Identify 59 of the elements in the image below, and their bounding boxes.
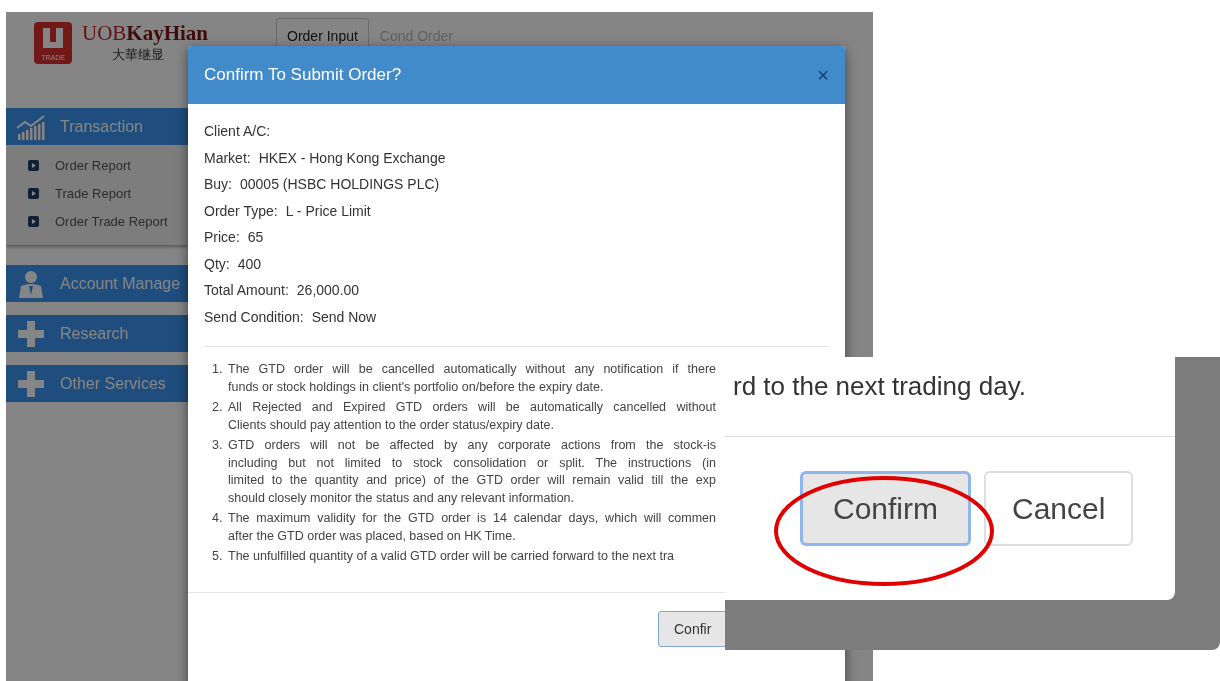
- note-text: GTD orders will not be affected by any corporate actions from the stock-is: [228, 437, 716, 454]
- plus-icon: [16, 368, 46, 399]
- play-icon: [28, 215, 39, 227]
- brand-chinese-name: 大華继显: [112, 46, 164, 65]
- section-label: Transaction: [60, 117, 143, 136]
- sidebar-section[interactable]: Account Manage: [6, 265, 188, 302]
- note-text: All Rejected and Expired GTD orders will be automatically cancelled without: [228, 399, 716, 416]
- field-value: Send Now: [311, 307, 377, 327]
- item-label: Trade Report: [55, 185, 132, 201]
- dialog-button[interactable]: Cancel: [984, 471, 1134, 546]
- note-text: funds or stock holdings in client's portfolio on/before the expiry date.: [228, 378, 605, 396]
- sidebar-section[interactable]: Transaction: [6, 108, 188, 145]
- note-number: 1.: [212, 361, 224, 378]
- sidebar-item[interactable]: Order Trade Report: [6, 207, 188, 235]
- field-label: Buy:: [204, 175, 232, 194]
- brand-name: UOBKayHian: [82, 22, 209, 46]
- field-label: Client A/C:: [204, 122, 271, 141]
- field-value: L - Price Limit: [285, 201, 371, 221]
- field-label: Order Type:: [204, 201, 278, 221]
- field-value: HKEX - Hong Kong Exchange: [258, 148, 446, 168]
- play-icon: [28, 159, 39, 171]
- field-value: 400: [237, 254, 262, 274]
- note-text: The maximum validity for the GTD order is 14 calendar days, which will commen: [228, 510, 716, 527]
- field-value: 26,000.00: [296, 281, 360, 300]
- note-number: 2.: [212, 399, 224, 416]
- note-number: 5.: [212, 548, 224, 565]
- field-label: Qty:: [204, 254, 230, 274]
- section-label: Research: [60, 324, 129, 343]
- note-number: 4.: [212, 510, 224, 527]
- play-icon: [28, 187, 39, 199]
- field-value: 65: [247, 228, 264, 247]
- field-label: Send Condition:: [204, 307, 304, 327]
- note-text: limited to the quantity and price) of the GTD order will remain valid till the exp: [228, 472, 716, 489]
- note-number: 3.: [212, 437, 224, 454]
- section-label: Account Manage: [60, 274, 181, 293]
- field-label: Total Amount:: [204, 281, 289, 300]
- field-value: 00005 (HSBC HOLDINGS PLC): [240, 175, 440, 194]
- section-label: Other Services: [60, 374, 166, 393]
- field-label: Market:: [204, 148, 251, 168]
- field-label: Price:: [204, 228, 240, 247]
- note-text: The unfulfilled quantity of a valid GTD order will be carried forward to the next tra: [228, 548, 676, 565]
- note-text: The GTD order will be cancelled automatically without any notification if there: [228, 361, 716, 378]
- note-text: including but not limited to stock consolidation or split. The instructions (in: [228, 454, 716, 472]
- sidebar-section[interactable]: Other Services: [6, 365, 188, 402]
- sidebar-section[interactable]: Research: [6, 315, 188, 352]
- close-button[interactable]: ×: [817, 63, 829, 87]
- sidebar-item[interactable]: Order Report: [6, 151, 188, 179]
- sidebar-item[interactable]: Trade Report: [6, 179, 188, 207]
- note-text: after the GTD order was placed, based on HK Time.: [228, 527, 517, 545]
- dialog-title: Confirm To Submit Order?: [204, 65, 402, 85]
- note-text: rd to the next trading day.: [732, 370, 1027, 402]
- note-text: Clients should pay attention to the order status/expiry date.: [228, 416, 555, 434]
- note-text: should closely monitor the status and any relevant information.: [228, 489, 576, 507]
- item-label: Order Report: [55, 157, 131, 173]
- plus-icon: [16, 318, 46, 349]
- dialog-button[interactable]: Confirm: [800, 471, 971, 546]
- person-icon: [16, 268, 46, 299]
- item-label: Order Trade Report: [55, 213, 168, 229]
- bar-chart-icon: [16, 113, 46, 140]
